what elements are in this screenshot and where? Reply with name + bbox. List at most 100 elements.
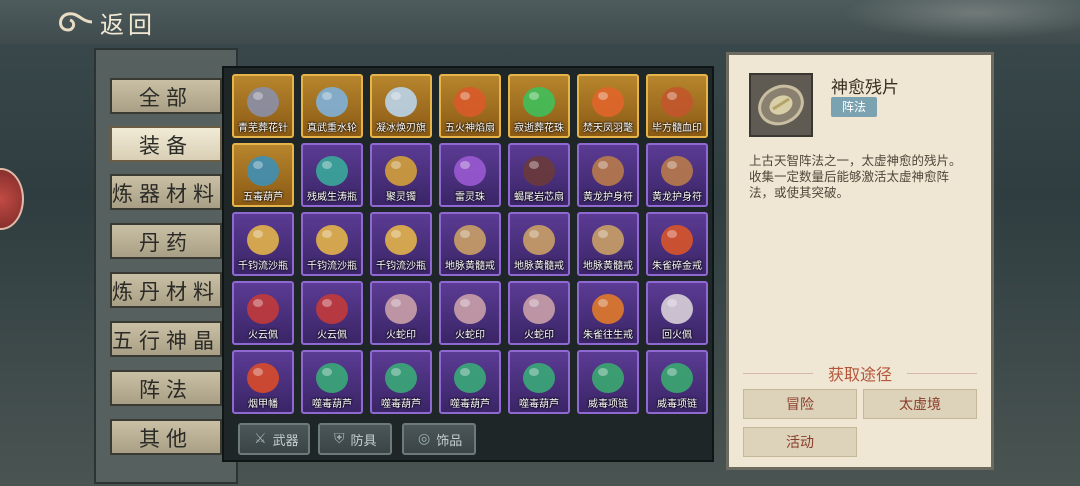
item-slot[interactable]: 聚灵镯	[370, 143, 432, 207]
pendant-icon	[241, 289, 285, 329]
item-slot[interactable]: 真武重水轮	[301, 74, 363, 138]
jade-orb-icon	[517, 82, 561, 122]
source-button-adventure[interactable]: 冒险	[743, 389, 857, 419]
item-slot[interactable]: 噬毒葫芦	[370, 350, 432, 414]
gourd-icon	[379, 358, 423, 398]
item-name: 噬毒葫芦	[381, 399, 421, 410]
filter-button[interactable]: ⚔ 武器	[238, 423, 310, 455]
item-slot[interactable]: 朱雀碎金戒	[646, 212, 708, 276]
item-slot[interactable]: 噬毒葫芦	[301, 350, 363, 414]
item-slot[interactable]: 寂逝葬花珠	[508, 74, 570, 138]
item-name: 蝎尾岩芯扇	[514, 192, 564, 203]
item-slot[interactable]: 火蛇印	[439, 281, 501, 345]
item-slot[interactable]: 黄龙护身符	[577, 143, 639, 207]
item-slot[interactable]: 噬毒葫芦	[508, 350, 570, 414]
item-slot[interactable]: 威毒项链	[577, 350, 639, 414]
item-type-badge: 阵法	[831, 97, 877, 117]
item-slot[interactable]: 雷灵珠	[439, 143, 501, 207]
item-slot[interactable]: 蝎尾岩芯扇	[508, 143, 570, 207]
item-slot[interactable]: 青芜葬花针	[232, 74, 294, 138]
category-tab[interactable]: 炼丹材料	[110, 272, 222, 308]
cloud-decoration	[820, 0, 1080, 44]
item-slot[interactable]: 地脉黄髓戒	[439, 212, 501, 276]
necklace-icon	[655, 358, 699, 398]
item-name: 火云佩	[248, 330, 278, 341]
item-slot[interactable]: 千钧流沙瓶	[232, 212, 294, 276]
item-name: 朱雀碎金戒	[652, 261, 702, 272]
spiral-pendant-icon	[655, 289, 699, 329]
item-grid: 青芜葬花针 真武重水轮 凝冰焕刃旗 五火神焰扇 寂逝葬花珠 焚天凤羽氅 毕方髓血印五毒葫芦 残…	[222, 66, 714, 462]
item-slot[interactable]: 地脉黄髓戒	[577, 212, 639, 276]
item-name: 千钧流沙瓶	[307, 261, 357, 272]
item-slot[interactable]: 火云佩	[232, 281, 294, 345]
filter-label: 饰品	[436, 433, 463, 449]
item-name: 地脉黄髓戒	[445, 261, 495, 272]
flame-ring-icon	[586, 289, 630, 329]
item-name: 五毒葫芦	[243, 192, 283, 203]
item-slot[interactable]: 黄龙护身符	[646, 143, 708, 207]
source-button-event[interactable]: 活动	[743, 427, 857, 457]
ring-icon	[586, 220, 630, 260]
ring-icon	[448, 220, 492, 260]
item-name: 火云佩	[317, 330, 347, 341]
item-slot[interactable]: 火云佩	[301, 281, 363, 345]
flame-ring-icon	[655, 220, 699, 260]
category-tab[interactable]: 阵法	[110, 370, 222, 406]
ring-icon	[517, 220, 561, 260]
side-red-button[interactable]	[0, 168, 24, 230]
tower-seal-icon	[379, 289, 423, 329]
item-name: 聚灵镯	[386, 192, 416, 203]
filter-button[interactable]: ⛨ 防具	[318, 423, 392, 455]
pendant-icon	[310, 289, 354, 329]
item-name: 威毒项链	[588, 399, 628, 410]
item-name: 焚天凤羽氅	[583, 123, 633, 134]
item-slot[interactable]: 残威生涛瓶	[301, 143, 363, 207]
sword-icon: ⚔	[254, 431, 267, 447]
item-slot[interactable]: 焚天凤羽氅	[577, 74, 639, 138]
item-name: 毕方髓血印	[652, 123, 702, 134]
seal-icon	[655, 82, 699, 122]
item-name: 黄龙护身符	[583, 192, 633, 203]
item-name: 雷灵珠	[455, 192, 485, 203]
item-name: 威毒项链	[657, 399, 697, 410]
item-slot[interactable]: 烟甲幡	[232, 350, 294, 414]
category-tab[interactable]: 全部	[110, 78, 222, 114]
source-button-taixu[interactable]: 太虚境	[863, 389, 977, 419]
divider	[907, 373, 977, 374]
category-tab[interactable]: 其他	[110, 419, 222, 455]
item-slot[interactable]: 回火佩	[646, 281, 708, 345]
back-label: 返回	[100, 10, 156, 39]
item-slot[interactable]: 毕方髓血印	[646, 74, 708, 138]
item-slot[interactable]: 五毒葫芦	[232, 143, 294, 207]
item-name: 残威生涛瓶	[307, 192, 357, 203]
item-slot[interactable]: 千钧流沙瓶	[370, 212, 432, 276]
top-bar	[0, 0, 1080, 44]
item-name: 青芜葬花针	[238, 123, 288, 134]
category-tab[interactable]: 五行神晶	[110, 321, 222, 357]
category-tab[interactable]: 丹药	[110, 223, 222, 259]
thunder-orb-icon	[448, 151, 492, 191]
item-name: 噬毒葫芦	[312, 399, 352, 410]
item-slot[interactable]: 火蛇印	[370, 281, 432, 345]
ice-flag-icon	[379, 82, 423, 122]
banner-icon	[241, 358, 285, 398]
item-slot[interactable]: 噬毒葫芦	[439, 350, 501, 414]
item-name: 真武重水轮	[307, 123, 357, 134]
item-slot[interactable]: 火蛇印	[508, 281, 570, 345]
item-slot[interactable]: 千钧流沙瓶	[301, 212, 363, 276]
gourd-icon	[517, 358, 561, 398]
armor-icon: ⛨	[334, 431, 345, 447]
back-button[interactable]: 返回	[52, 4, 156, 40]
item-slot[interactable]: 凝冰焕刃旗	[370, 74, 432, 138]
filter-button[interactable]: ◎ 饰品	[402, 423, 476, 455]
filter-label: 武器	[272, 433, 299, 449]
item-slot[interactable]: 朱雀往生戒	[577, 281, 639, 345]
item-slot[interactable]: 地脉黄髓戒	[508, 212, 570, 276]
item-name: 回火佩	[662, 330, 692, 341]
item-slot[interactable]: 五火神焰扇	[439, 74, 501, 138]
item-name: 烟甲幡	[248, 399, 278, 410]
category-tab[interactable]: 装备	[110, 126, 222, 162]
category-tab[interactable]: 炼器材料	[110, 174, 222, 210]
item-slot[interactable]: 威毒项链	[646, 350, 708, 414]
item-name: 火蛇印	[524, 330, 554, 341]
